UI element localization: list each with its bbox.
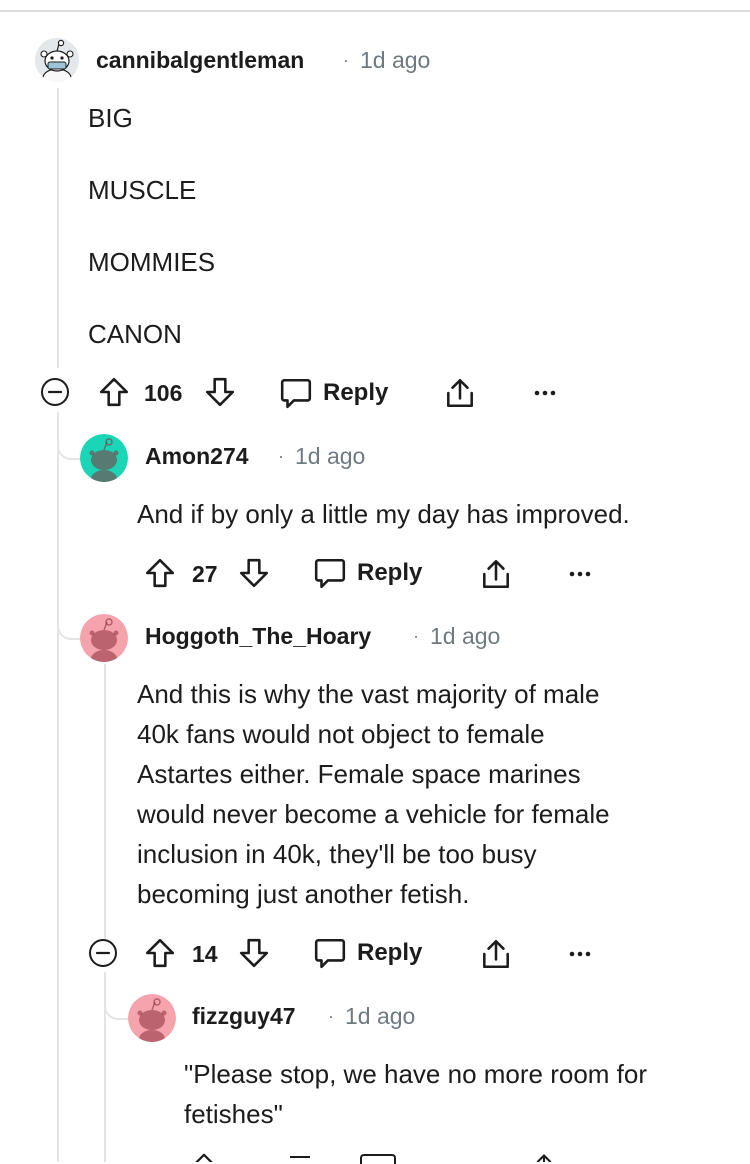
reply-icon (313, 556, 347, 590)
vote-count: 14 (192, 941, 218, 967)
more-icon[interactable] (568, 570, 592, 578)
thread-branch (57, 412, 83, 460)
separator-dot: · (278, 446, 284, 466)
upvote-icon[interactable] (144, 937, 176, 969)
thread-branch (57, 460, 83, 640)
separator-dot: · (413, 626, 419, 646)
more-icon[interactable] (533, 389, 557, 397)
thread-line[interactable] (104, 664, 106, 939)
timestamp: 1d ago (295, 443, 366, 469)
separator-dot: · (328, 1006, 334, 1026)
upvote-icon[interactable] (144, 557, 176, 589)
username[interactable]: fizzguy47 (192, 1003, 296, 1030)
vote-count: 106 (144, 380, 183, 406)
collapse-icon[interactable] (40, 377, 70, 407)
top-divider (0, 10, 750, 12)
downvote-icon[interactable] (290, 1156, 310, 1164)
comment-line: MOMMIES (88, 247, 216, 277)
comment-text: And if by only a little my day has impro… (137, 499, 630, 529)
downvote-icon[interactable] (204, 376, 236, 408)
more-icon[interactable] (568, 950, 592, 958)
downvote-icon[interactable] (238, 557, 270, 589)
upvote-icon[interactable] (190, 1152, 218, 1162)
share-icon[interactable] (530, 1152, 558, 1162)
avatar[interactable] (128, 994, 176, 1042)
thread-branch (104, 972, 130, 1020)
comment-line: fetishes" (184, 1099, 283, 1129)
vote-count: 27 (192, 561, 218, 587)
upvote-icon[interactable] (98, 376, 130, 408)
reply-label: Reply (357, 559, 423, 586)
comment-line: 40k fans would not object to female (137, 719, 545, 749)
reply-label: Reply (357, 939, 423, 966)
reply-icon[interactable] (360, 1154, 396, 1164)
username[interactable]: cannibalgentleman (96, 47, 304, 74)
comment-line: inclusion in 40k, they'll be too busy (137, 839, 537, 869)
reply-icon (313, 936, 347, 970)
username[interactable]: Amon274 (145, 443, 249, 470)
comment-line: BIG (88, 103, 133, 133)
share-icon[interactable] (479, 937, 513, 971)
username[interactable]: Hoggoth_The_Hoary (145, 623, 371, 650)
thread-line (57, 88, 59, 368)
avatar[interactable] (80, 434, 128, 482)
comment-line: And this is why the vast majority of mal… (137, 679, 600, 709)
separator-dot: · (343, 50, 349, 70)
reply-label: Reply (323, 379, 389, 406)
comment-line: CANON (88, 319, 182, 349)
share-icon[interactable] (479, 557, 513, 591)
collapse-icon[interactable] (88, 938, 118, 968)
avatar[interactable] (35, 38, 79, 82)
comment-line: becoming just another fetish. (137, 879, 470, 909)
timestamp: 1d ago (360, 47, 431, 73)
timestamp: 1d ago (345, 1003, 416, 1029)
timestamp: 1d ago (430, 623, 501, 649)
reply-icon (279, 376, 313, 410)
comment-line: MUSCLE (88, 175, 197, 205)
downvote-icon[interactable] (238, 937, 270, 969)
avatar[interactable] (80, 614, 128, 662)
comment-line: "Please stop, we have no more room for (184, 1059, 648, 1089)
comment-line: Astartes either. Female space marines (137, 759, 581, 789)
share-icon[interactable] (443, 376, 477, 410)
comment-line: would never become a vehicle for female (137, 799, 610, 829)
